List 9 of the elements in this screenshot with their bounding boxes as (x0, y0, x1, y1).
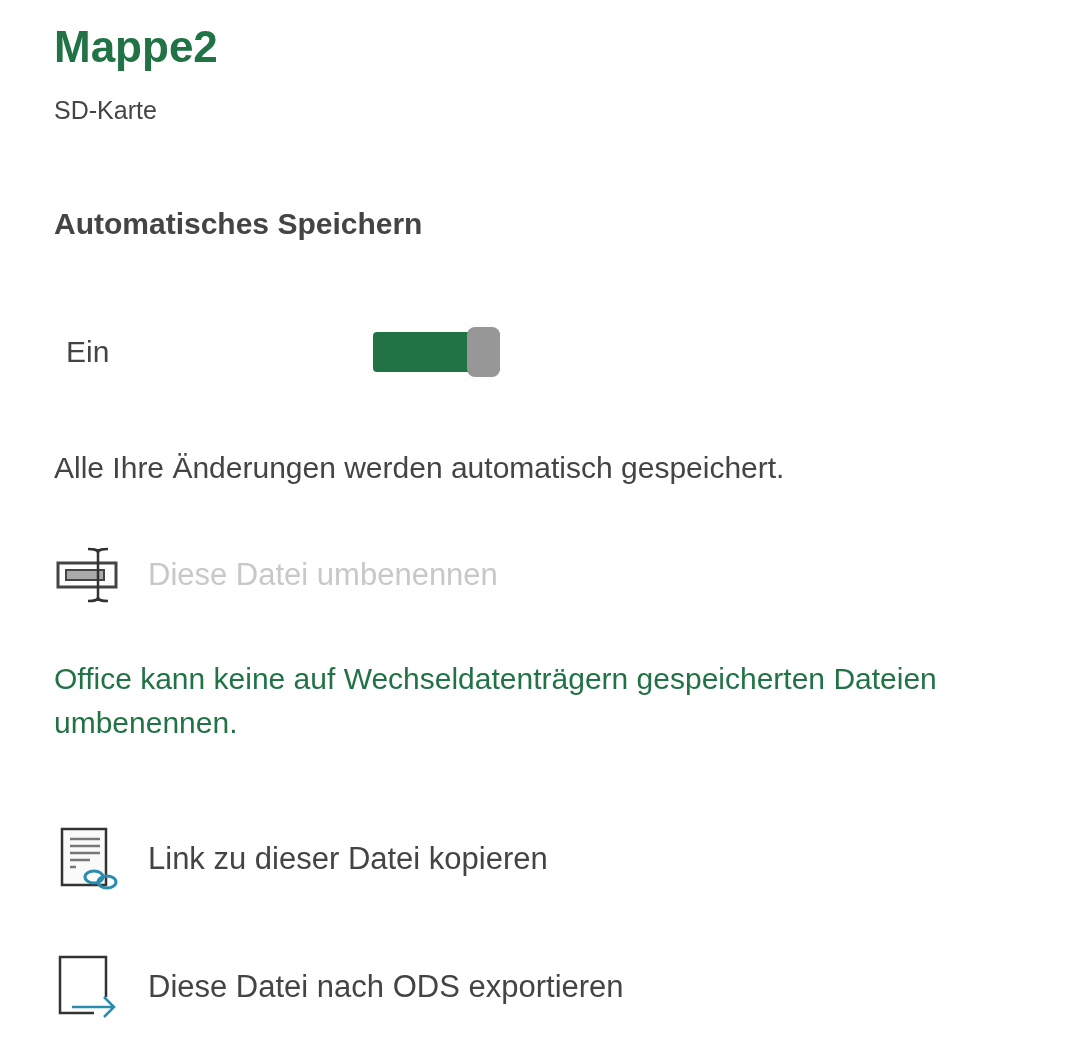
storage-location: SD-Karte (54, 96, 158, 125)
warning-message: Office kann keine auf Wechseldatenträgern gespeicherten Dateien umbenennen. (54, 661, 938, 741)
section-heading: Automatisches Speichern (54, 207, 424, 241)
autosave-toggle[interactable] (373, 327, 500, 377)
document-title: Mappe2 (54, 21, 219, 73)
toggle-label: Ein (65, 335, 111, 369)
menu-item[interactable]: Diese Datei nach ODS exportieren (54, 955, 1080, 1019)
autosave-description: Alle Ihre Änderungen werden automatisch gespeichert. (54, 451, 786, 485)
menu-item[interactable]: Link zu dieser Datei kopieren (54, 827, 1080, 891)
